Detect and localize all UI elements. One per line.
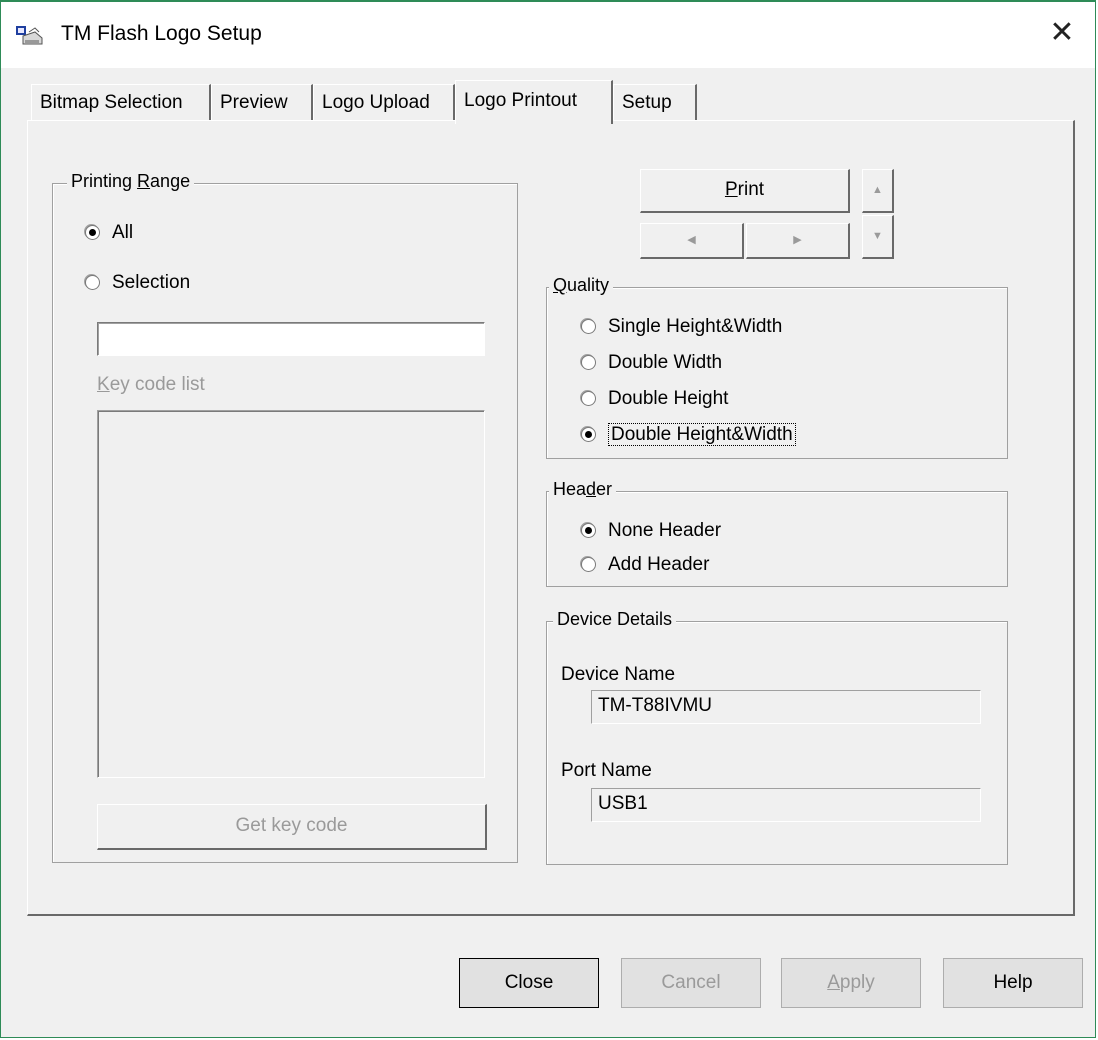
device-name-label: Device Name [561,664,676,685]
quality-legend: Quality [549,275,614,296]
title-bar: TM Flash Logo Setup ✕ [1,2,1095,68]
scroll-up-button[interactable]: ▲ [862,169,894,213]
tab-panel-logo-printout: Printing Range All Selection Key code li… [27,120,1075,916]
apply-button[interactable]: Apply [781,958,921,1008]
printing-range-legend: Printing Range [67,171,195,192]
key-code-list-label: Key code list [97,374,205,395]
arrow-right-icon: ▶ [793,234,802,246]
quality-option-label: Double Height&Width [608,423,796,446]
arrow-left-icon: ◀ [687,234,696,246]
window-title: TM Flash Logo Setup [61,22,262,45]
next-button[interactable]: ▶ [746,223,850,259]
cancel-button[interactable]: Cancel [621,958,761,1008]
tab-setup[interactable]: Setup [613,84,697,120]
print-button[interactable]: Print [640,169,850,213]
quality-option-label: Double Height [608,388,729,409]
radio-indicator[interactable] [581,355,596,371]
radio-indicator[interactable] [581,523,596,539]
radio-none-header[interactable]: None Header [581,518,721,544]
radio-single-height-width[interactable]: Single Height&Width [581,314,782,340]
tab-logo-printout[interactable]: Logo Printout [455,80,613,124]
quality-group: Quality Single Height&Width Double Width… [546,275,1008,459]
port-name-field: USB1 [591,788,981,822]
close-button[interactable]: Close [459,958,599,1008]
radio-add-header[interactable]: Add Header [581,552,709,578]
radio-all-label: All [112,222,134,243]
device-name-field: TM-T88IVMU [591,690,981,724]
port-name-label: Port Name [561,760,652,781]
radio-all[interactable]: All [85,220,133,246]
key-code-list[interactable] [97,410,485,778]
radio-all-indicator[interactable] [85,225,100,241]
header-legend: Header [549,479,617,500]
radio-indicator[interactable] [581,557,596,573]
radio-indicator[interactable] [581,391,596,407]
scroll-down-button[interactable]: ▼ [862,215,894,259]
radio-double-height-width[interactable]: Double Height&Width [581,422,796,448]
radio-indicator[interactable] [581,427,596,443]
tab-bitmap-selection[interactable]: Bitmap Selection [31,84,211,120]
radio-selection[interactable]: Selection [85,270,190,296]
radio-indicator[interactable] [581,319,596,335]
dialog-window: TM Flash Logo Setup ✕ Bitmap Selection P… [0,0,1096,1038]
device-details-legend: Device Details [553,609,677,630]
help-button[interactable]: Help [943,958,1083,1008]
selection-input[interactable] [97,322,485,356]
previous-button[interactable]: ◀ [640,223,744,259]
arrow-down-icon: ▼ [872,230,883,242]
header-option-label: None Header [608,520,722,541]
arrow-up-icon: ▲ [872,184,883,196]
header-group: Header None Header Add Header [546,479,1008,587]
header-option-label: Add Header [608,554,710,575]
close-window-icon[interactable]: ✕ [1045,16,1079,50]
radio-selection-indicator[interactable] [85,275,100,291]
radio-selection-label: Selection [112,272,191,293]
get-key-code-button[interactable]: Get key code [97,804,487,850]
tab-logo-upload[interactable]: Logo Upload [313,84,455,120]
device-details-group: Device Details Device Name TM-T88IVMU Po… [546,609,1008,865]
printer-app-icon [15,24,43,48]
radio-double-height[interactable]: Double Height [581,386,728,412]
printing-range-group: Printing Range All Selection Key code li… [52,171,518,863]
tab-preview[interactable]: Preview [211,84,313,120]
quality-option-label: Single Height&Width [608,316,783,337]
quality-option-label: Double Width [608,352,723,373]
radio-double-width[interactable]: Double Width [581,350,722,376]
